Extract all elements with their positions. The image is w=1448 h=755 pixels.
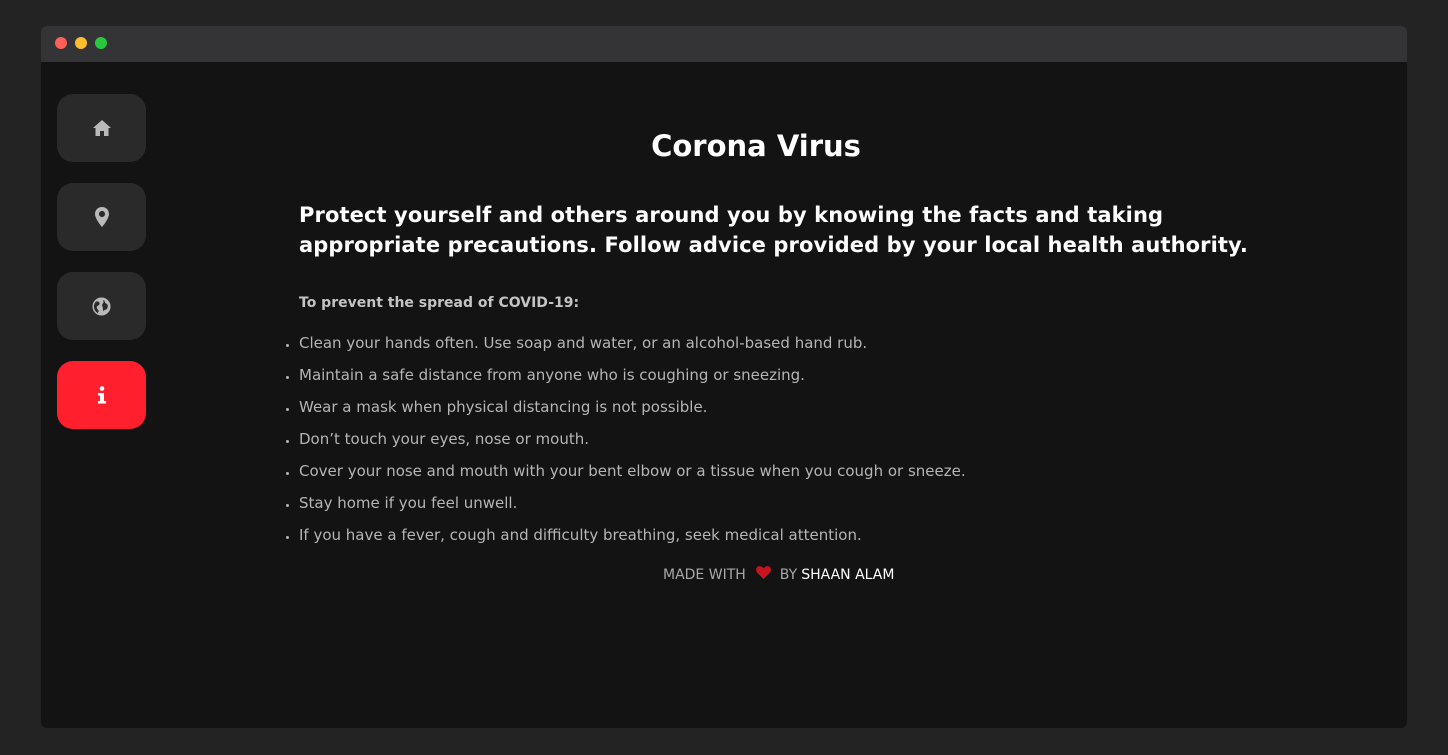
heart-icon: [755, 566, 771, 583]
maximize-window-button[interactable]: [95, 37, 107, 49]
map-marker-icon: [94, 207, 109, 227]
list-item: Wear a mask when physical distancing is …: [299, 391, 1269, 423]
home-icon: [92, 120, 111, 136]
list-item: Maintain a safe distance from anyone who…: [299, 359, 1269, 391]
author-link[interactable]: SHAAN ALAM: [801, 567, 894, 583]
by-text: BY: [779, 566, 798, 583]
list-item: Stay home if you feel unwell.: [299, 487, 1269, 519]
title-bar: [41, 26, 1407, 62]
footer-credit: MADE WITH BY SHAAN ALAM: [663, 566, 894, 583]
list-item: Don’t touch your eyes, nose or mouth.: [299, 423, 1269, 455]
minimize-window-button[interactable]: [75, 37, 87, 49]
list-item: If you have a fever, cough and difficult…: [299, 519, 1269, 551]
list-item: Clean your hands often. Use soap and wat…: [299, 327, 1269, 359]
nav-home-button[interactable]: [57, 94, 146, 162]
main-content: Corona Virus Protect yourself and others…: [299, 126, 1269, 551]
globe-icon: [92, 296, 111, 316]
list-item: Cover your nose and mouth with your bent…: [299, 455, 1269, 487]
nav-map-button[interactable]: [57, 183, 146, 251]
lead-paragraph: Protect yourself and others around you b…: [299, 203, 1248, 257]
nav-globe-button[interactable]: [57, 272, 146, 340]
prevention-list: Clean your hands often. Use soap and wat…: [282, 327, 1269, 551]
sidebar-nav: [57, 94, 146, 450]
info-icon: [97, 386, 106, 404]
nav-info-button[interactable]: [57, 361, 146, 429]
prevention-heading: To prevent the spread of COVID-19:: [299, 295, 580, 311]
app-window: Corona Virus Protect yourself and others…: [41, 26, 1407, 728]
page-title: Corona Virus: [651, 129, 861, 163]
close-window-button[interactable]: [55, 37, 67, 49]
made-with-text: MADE WITH: [663, 566, 746, 583]
